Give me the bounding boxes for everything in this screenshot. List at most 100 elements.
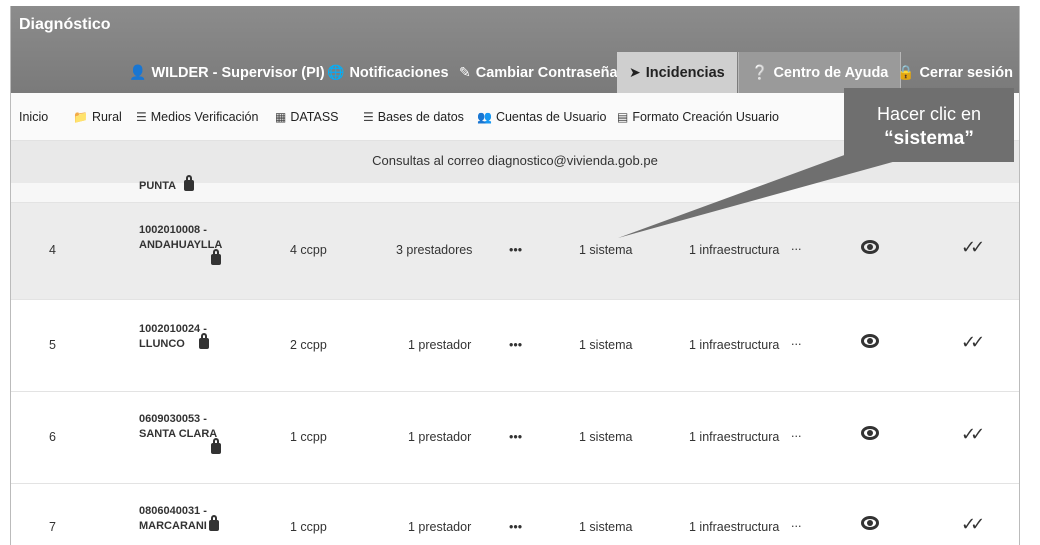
- subnav-rural[interactable]: 📁 Rural: [73, 93, 122, 141]
- row-name: LLUNCO: [139, 338, 185, 350]
- row-ccpp[interactable]: 1 ccpp: [290, 520, 327, 534]
- row-number: 4: [49, 243, 56, 257]
- main-nav: 👤 WILDER - Supervisor (PI) 🌐 Notificacione…: [11, 52, 1019, 93]
- table-row[interactable]: 5 1002010024 - LLUNCO 2 ccpp 1 prestador…: [11, 300, 1019, 392]
- subnav-datass[interactable]: ▦ DATASS: [275, 93, 339, 141]
- results-table: PUNTA 4 1002010008 - ANDAHUAYLLA 4 ccpp …: [11, 174, 1019, 534]
- row-sistema-link[interactable]: 1 sistema: [579, 520, 633, 534]
- more-options-button[interactable]: •••: [509, 338, 522, 352]
- row-infra[interactable]: 1 infraestructura: [689, 243, 779, 257]
- users-icon: 👥: [477, 110, 492, 124]
- double-check-icon[interactable]: ✓✓: [961, 514, 985, 535]
- eye-icon[interactable]: [861, 426, 879, 440]
- nav-user[interactable]: 👤 WILDER - Supervisor (PI): [129, 52, 325, 93]
- row-number: 7: [49, 520, 56, 534]
- subnav-user-form[interactable]: ▤ Formato Creación Usuario: [617, 93, 779, 141]
- row-name-cell: PUNTA: [139, 174, 195, 194]
- row-sistema-link[interactable]: 1 sistema: [579, 430, 633, 444]
- lock-icon: [184, 174, 195, 191]
- row-number: 6: [49, 430, 56, 444]
- nav-incidents[interactable]: ➤ Incidencias: [617, 52, 737, 93]
- app-window: Diagnóstico 👤 WILDER - Supervisor (PI) 🌐 N…: [10, 6, 1020, 545]
- paper-plane-icon: ➤: [629, 64, 641, 80]
- form-icon: ▤: [617, 110, 629, 124]
- row-more[interactable]: ...: [791, 239, 801, 253]
- row-ccpp[interactable]: 1 ccpp: [290, 430, 327, 444]
- double-check-icon[interactable]: ✓✓: [961, 332, 985, 353]
- row-prestadores[interactable]: 1 prestador: [408, 520, 471, 534]
- table-row: PUNTA: [11, 174, 1019, 203]
- table-row[interactable]: 6 0609030053 - SANTA CLARA 1 ccpp 1 pres…: [11, 392, 1019, 484]
- row-sistema-link[interactable]: 1 sistema: [579, 338, 633, 352]
- row-infra[interactable]: 1 infraestructura: [689, 338, 779, 352]
- callout-line1: Hacer clic en: [876, 104, 982, 124]
- subnav-user-form-label: Formato Creación Usuario: [632, 110, 779, 124]
- more-options-button[interactable]: •••: [509, 520, 522, 534]
- row-infra[interactable]: 1 infraestructura: [689, 520, 779, 534]
- nav-notifications[interactable]: 🌐 Notificaciones: [327, 52, 449, 93]
- row-code: 0609030053 -: [139, 413, 207, 425]
- callout-line2: “sistema”: [884, 128, 974, 149]
- subnav-accounts[interactable]: 👥 Cuentas de Usuario: [477, 93, 606, 141]
- row-code: 1002010024 -: [139, 323, 207, 335]
- row-more[interactable]: ...: [791, 426, 801, 440]
- subnav-accounts-label: Cuentas de Usuario: [495, 110, 607, 124]
- nav-incidents-label: Incidencias: [645, 65, 725, 81]
- row-prestadores[interactable]: 3 prestadores: [396, 243, 472, 257]
- globe-icon: 🌐: [327, 64, 345, 80]
- list-icon: ☰: [136, 110, 147, 124]
- eye-icon[interactable]: [861, 516, 879, 530]
- more-options-button[interactable]: •••: [509, 430, 522, 444]
- row-number: 5: [49, 338, 56, 352]
- sitemap-icon: ▦: [275, 110, 287, 124]
- nav-change-password[interactable]: ✎ Cambiar Contraseña: [459, 52, 618, 93]
- lock-icon: [198, 332, 209, 349]
- subnav-home[interactable]: Inicio: [19, 93, 48, 141]
- folder-icon: 📁: [73, 110, 88, 124]
- row-name: MARCARANI: [139, 520, 207, 532]
- subnav-verification-label: Medios Verificación: [150, 110, 259, 124]
- row-name: ANDAHUAYLLA: [139, 239, 223, 251]
- row-locality: 0609030053 - SANTA CLARA: [139, 412, 221, 455]
- subnav-databases-label: Bases de datos: [377, 110, 464, 124]
- edit-icon: ✎: [459, 64, 471, 80]
- nav-help-label: Centro de Ayuda: [773, 65, 889, 81]
- lock-icon: 🔒: [897, 64, 915, 80]
- nav-change-password-label: Cambiar Contraseña: [475, 65, 618, 81]
- row-code: 0806040031 -: [139, 505, 207, 517]
- double-check-icon[interactable]: ✓✓: [961, 424, 985, 445]
- row-infra[interactable]: 1 infraestructura: [689, 430, 779, 444]
- nav-help[interactable]: ❔ Centro de Ayuda: [738, 52, 902, 93]
- double-check-icon[interactable]: ✓✓: [961, 237, 985, 258]
- row-more[interactable]: ...: [791, 516, 801, 530]
- row-sistema-link[interactable]: 1 sistema: [579, 243, 633, 257]
- nav-logout[interactable]: 🔒 Cerrar sesión: [897, 52, 1013, 93]
- question-circle-icon: ❔: [751, 64, 769, 80]
- subnav-datass-label: DATASS: [290, 110, 339, 124]
- top-bar: Diagnóstico 👤 WILDER - Supervisor (PI) 🌐 N…: [11, 6, 1019, 93]
- row-name: SANTA CLARA: [139, 428, 218, 440]
- lock-icon: [208, 514, 219, 531]
- row-prestadores[interactable]: 1 prestador: [408, 430, 471, 444]
- row-locality: 1002010024 - LLUNCO: [139, 322, 209, 352]
- row-ccpp[interactable]: 4 ccpp: [290, 243, 327, 257]
- subnav-databases[interactable]: ☰ Bases de datos: [363, 93, 464, 141]
- row-ccpp[interactable]: 2 ccpp: [290, 338, 327, 352]
- more-options-button[interactable]: •••: [509, 243, 522, 257]
- table-row[interactable]: 7 0806040031 - MARCARANI 1 ccpp 1 presta…: [11, 484, 1019, 544]
- user-icon: 👤: [129, 64, 147, 80]
- row-name: PUNTA: [139, 180, 177, 192]
- subnav-verification[interactable]: ☰ Medios Verificación: [136, 93, 258, 141]
- row-more[interactable]: ...: [791, 334, 801, 348]
- nav-notifications-label: Notificaciones: [349, 65, 449, 81]
- lock-icon: [211, 249, 221, 265]
- row-prestadores[interactable]: 1 prestador: [408, 338, 471, 352]
- eye-icon[interactable]: [861, 334, 879, 348]
- table-row[interactable]: 4 1002010008 - ANDAHUAYLLA 4 ccpp 3 pres…: [11, 203, 1019, 300]
- nav-logout-label: Cerrar sesión: [919, 65, 1013, 81]
- app-title: Diagnóstico: [19, 16, 111, 33]
- eye-icon[interactable]: [861, 240, 879, 254]
- database-icon: ☰: [363, 110, 374, 124]
- instruction-callout: Hacer clic en “sistema”: [844, 88, 1014, 162]
- row-locality: 1002010008 - ANDAHUAYLLA: [139, 223, 222, 266]
